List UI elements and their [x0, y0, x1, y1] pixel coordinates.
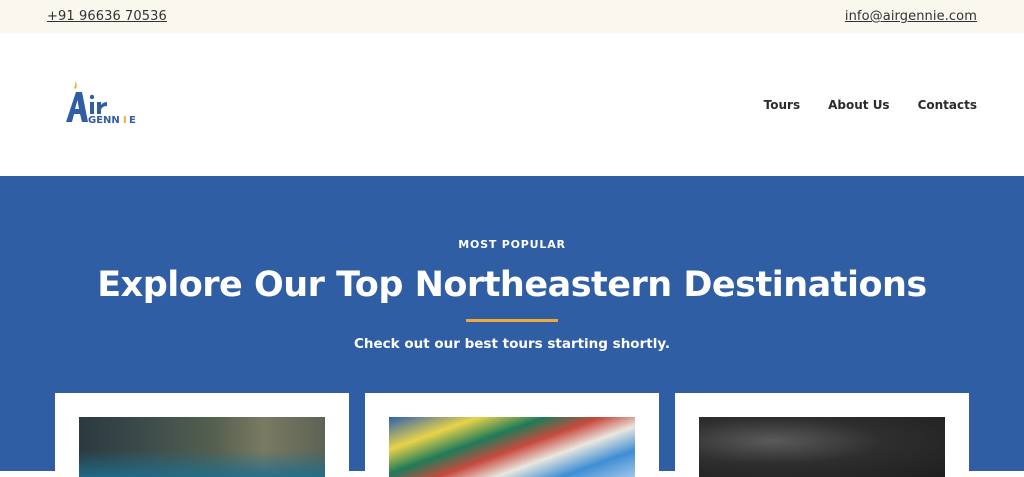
phone-link[interactable]: +91 96636 70536 [47, 9, 167, 24]
destination-card[interactable] [675, 393, 969, 477]
title-divider [466, 319, 558, 322]
section-title: Explore Our Top Northeastern Destination… [97, 265, 927, 305]
svg-text:I: I [123, 115, 127, 124]
nav-about-us[interactable]: About Us [828, 98, 889, 112]
popular-destinations-section: MOST POPULAR Explore Our Top Northeaster… [0, 176, 1024, 477]
site-header: GENN I E Tours About Us Contacts [0, 33, 1024, 176]
svg-text:GENN: GENN [88, 115, 120, 124]
logo-graphic: GENN I E [66, 80, 136, 124]
nav-contacts[interactable]: Contacts [918, 98, 977, 112]
svg-text:E: E [129, 115, 136, 124]
email-link[interactable]: info@airgennie.com [845, 9, 977, 24]
top-bar: +91 96636 70536 info@airgennie.com [0, 0, 1024, 33]
destination-image[interactable] [79, 417, 325, 477]
destination-image[interactable] [389, 417, 635, 477]
main-nav: Tours About Us Contacts [764, 98, 977, 112]
destination-card[interactable] [55, 393, 349, 477]
airgennie-logo[interactable]: GENN I E [64, 80, 146, 124]
nav-tours[interactable]: Tours [764, 98, 800, 112]
section-eyebrow: MOST POPULAR [458, 238, 566, 251]
section-subtitle: Check out our best tours starting shortl… [353, 336, 671, 352]
destination-image[interactable] [699, 417, 945, 477]
destination-card[interactable] [365, 393, 659, 477]
